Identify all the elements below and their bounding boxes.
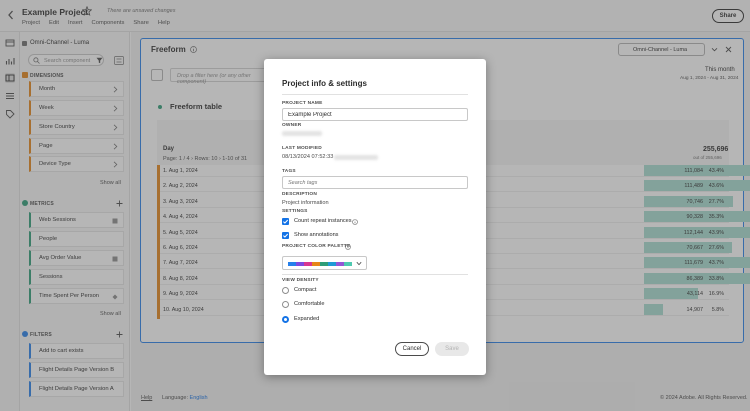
palette-swatch <box>328 262 336 266</box>
palette-swatch <box>344 262 352 266</box>
palette-swatch <box>288 262 296 266</box>
project-name-label: PROJECT NAME <box>282 101 323 106</box>
tags-search-input[interactable] <box>282 176 468 189</box>
save-button[interactable]: Save <box>435 342 469 356</box>
show-annotations-checkbox[interactable] <box>282 232 289 239</box>
palette-swatch <box>312 262 320 266</box>
density-comfortable-label: Comfortable <box>294 301 325 307</box>
density-compact-label: Compact <box>294 287 317 293</box>
info-icon[interactable] <box>345 244 351 250</box>
dialog-divider <box>282 94 468 95</box>
palette-swatch <box>320 262 328 266</box>
modifier-name-redacted <box>334 155 378 160</box>
last-modified-value: 08/13/2024 07:52:33 <box>282 154 334 160</box>
color-palette-label: PROJECT COLOR PALETTE <box>282 244 351 249</box>
cancel-button[interactable]: Cancel <box>395 342 429 356</box>
color-palette-select[interactable] <box>282 256 367 270</box>
count-repeat-checkbox[interactable] <box>282 218 289 225</box>
description-label: DESCRIPTION <box>282 192 317 197</box>
palette-swatch <box>304 262 312 266</box>
density-comfortable-radio[interactable] <box>282 301 289 308</box>
view-density-label: VIEW DENSITY <box>282 278 319 283</box>
count-repeat-label: Count repeat instances <box>294 218 352 224</box>
density-compact-radio[interactable] <box>282 287 289 294</box>
density-expanded-radio[interactable] <box>282 316 289 323</box>
project-settings-dialog: Project info & settings PROJECT NAME OWN… <box>264 59 486 375</box>
settings-label: SETTINGS <box>282 209 308 214</box>
owner-label: OWNER <box>282 123 302 128</box>
project-name-input[interactable] <box>282 108 468 121</box>
dialog-title: Project info & settings <box>282 79 367 88</box>
owner-value-redacted <box>282 131 322 136</box>
palette-swatch <box>296 262 304 266</box>
palette-swatch <box>336 262 344 266</box>
show-annotations-label: Show annotations <box>294 232 339 238</box>
checkmark-icon <box>283 219 289 224</box>
info-icon[interactable] <box>352 219 358 225</box>
checkmark-icon <box>283 233 289 238</box>
chevron-down-icon <box>356 261 362 266</box>
last-modified-label: LAST MODIFIED <box>282 146 322 151</box>
density-expanded-label: Expanded <box>294 316 320 322</box>
description-value[interactable]: Project information <box>282 200 329 206</box>
dialog-divider <box>282 274 468 275</box>
tags-label: TAGS <box>282 169 296 174</box>
